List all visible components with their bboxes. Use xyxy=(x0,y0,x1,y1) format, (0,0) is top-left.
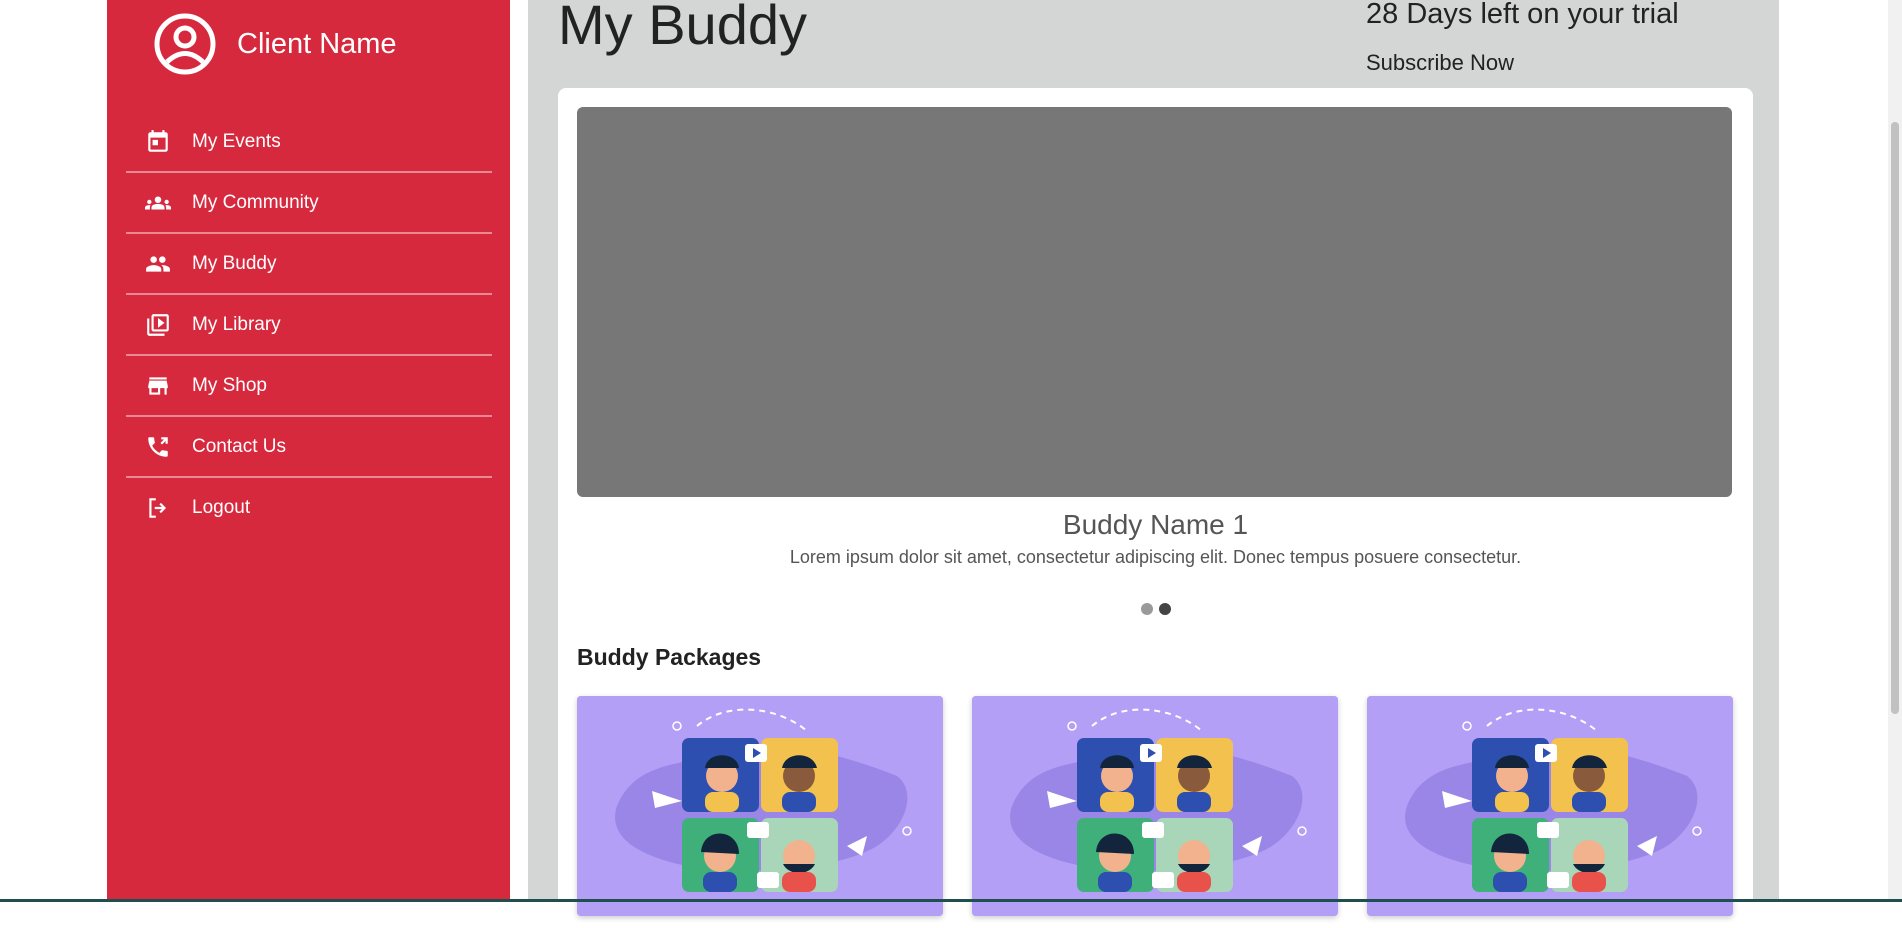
sidebar-item-label: Contact Us xyxy=(192,435,286,457)
main-content: My Buddy 28 Days left on your trial Subs… xyxy=(528,0,1779,928)
carousel-dot[interactable] xyxy=(1140,603,1153,615)
trial-status: 28 Days left on your trial xyxy=(1366,0,1679,30)
sidebar-item-label: My Community xyxy=(192,191,319,213)
video-library-icon xyxy=(144,311,172,339)
client-name: Client Name xyxy=(237,27,397,60)
sidebar-item-label: My Shop xyxy=(192,374,267,396)
calendar-icon xyxy=(144,128,172,156)
sidebar-item-label: My Events xyxy=(192,130,281,152)
buddy-name: Buddy Name 1 xyxy=(1062,509,1249,540)
sidebar-item-label: My Library xyxy=(192,313,281,335)
sidebar: Client Name My Events My Community My Bu… xyxy=(107,0,510,902)
people-icon xyxy=(144,250,172,278)
page-scrollbar[interactable] xyxy=(1888,0,1902,902)
package-card[interactable] xyxy=(1367,696,1733,916)
carousel-dot-active[interactable] xyxy=(1158,603,1171,615)
page-title: My Buddy xyxy=(558,0,807,56)
community-icon xyxy=(144,189,172,217)
logout-icon xyxy=(144,494,172,522)
subscribe-link[interactable]: Subscribe Now xyxy=(1366,50,1514,76)
packages-title: Buddy Packages xyxy=(577,644,762,670)
sidebar-item-contact-us[interactable]: Contact Us xyxy=(126,417,492,478)
package-card[interactable] xyxy=(577,696,943,916)
sidebar-nav: My Events My Community My Buddy My Libra… xyxy=(126,112,492,537)
store-icon xyxy=(144,372,172,400)
sidebar-item-logout[interactable]: Logout xyxy=(126,478,492,537)
sidebar-item-my-community[interactable]: My Community xyxy=(126,173,492,234)
video-chat-illustration xyxy=(577,696,943,916)
scrollbar-thumb[interactable] xyxy=(1891,122,1899,714)
carousel-indicators xyxy=(558,603,1753,615)
video-chat-illustration xyxy=(1367,696,1733,916)
sidebar-item-my-buddy[interactable]: My Buddy xyxy=(126,234,492,295)
sidebar-item-my-shop[interactable]: My Shop xyxy=(126,356,492,417)
sidebar-item-label: Logout xyxy=(192,496,251,518)
phone-icon xyxy=(144,433,172,461)
carousel-slide-image[interactable] xyxy=(577,107,1732,497)
sidebar-item-my-events[interactable]: My Events xyxy=(126,112,492,173)
sidebar-item-my-library[interactable]: My Library xyxy=(126,295,492,356)
client-profile[interactable]: Client Name xyxy=(153,12,397,76)
buddy-card: Buddy Name 1 Lorem ipsum dolor sit amet,… xyxy=(558,88,1753,928)
package-card[interactable] xyxy=(972,696,1338,916)
video-chat-illustration xyxy=(972,696,1338,916)
buddy-description: Lorem ipsum dolor sit amet, consectetur … xyxy=(789,547,1522,567)
user-circle-icon xyxy=(154,13,216,75)
sidebar-item-label: My Buddy xyxy=(192,252,277,274)
